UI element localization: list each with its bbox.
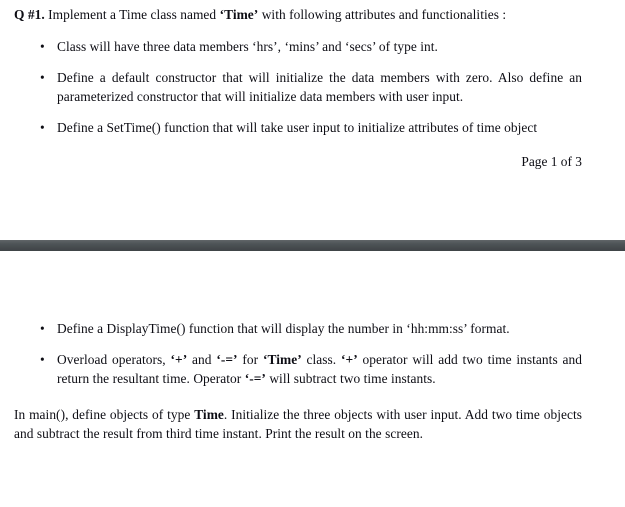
- list-item: • Define a SetTime() function that will …: [14, 118, 582, 137]
- minus-equals-operator-emphasis-2: ‘-=’: [244, 371, 266, 387]
- plus-operator-emphasis: ‘+’: [170, 352, 188, 368]
- plus-operator-emphasis-2: ‘+’: [341, 352, 358, 368]
- question-intro-text-a: Implement a Time class named: [44, 7, 220, 22]
- list-item-text: Class will have three data members ‘hrs’…: [57, 38, 438, 54]
- list-item: • Define a DisplayTime() function that w…: [14, 319, 582, 338]
- page-two: • Define a DisplayTime() function that w…: [0, 319, 625, 443]
- page-one: Q #1. Implement a Time class named ‘Time…: [0, 0, 625, 171]
- time-class-emphasis-closing: Time: [194, 406, 224, 422]
- list-item: • Class will have three data members ‘hr…: [14, 37, 582, 56]
- time-class-emphasis-bullet: ‘Time’: [262, 352, 302, 368]
- overload-text-f: will subtract two time instants.: [265, 371, 436, 387]
- closing-paragraph: In main(), define objects of type Time. …: [14, 405, 582, 444]
- list-item-text: Overload operators, ‘+’ and ‘-=’ for ‘Ti…: [57, 352, 582, 386]
- page-one-bullet-list: • Class will have three data members ‘hr…: [14, 37, 582, 138]
- page-separator-band: [0, 240, 625, 251]
- closing-text-a: In main(), define objects of type: [14, 406, 195, 422]
- question-number-label: Q #1.: [14, 7, 45, 22]
- bullet-icon: •: [40, 38, 45, 54]
- list-item: • Define a default constructor that will…: [14, 68, 582, 106]
- list-item-text: Define a DisplayTime() function that wil…: [57, 321, 510, 336]
- list-item-text: Define a default constructor that will i…: [57, 69, 582, 104]
- bullet-icon: •: [40, 352, 45, 368]
- time-class-emphasis-heading: ‘Time’: [219, 7, 259, 22]
- overload-text-a: Overload operators,: [57, 352, 171, 368]
- bullet-icon: •: [40, 321, 45, 336]
- page-footer-label: Page 1 of 3: [521, 154, 582, 170]
- bullet-icon: •: [40, 69, 45, 85]
- list-item: • Overload operators, ‘+’ and ‘-=’ for ‘…: [14, 350, 582, 388]
- question-paragraph: Q #1. Implement a Time class named ‘Time…: [14, 6, 582, 25]
- question-intro-text-b: with following attributes and functional…: [258, 7, 507, 22]
- overload-text-d: class.: [301, 352, 342, 368]
- overload-text-b: and: [187, 352, 217, 368]
- document-page: { "document": { "question_label": "Q #1.…: [0, 0, 625, 507]
- bullet-icon: •: [40, 120, 45, 136]
- list-item-text: Define a SetTime() function that will ta…: [57, 120, 538, 136]
- minus-equals-operator-emphasis: ‘-=’: [216, 352, 238, 368]
- overload-text-c: for: [237, 352, 263, 368]
- page-two-bullet-list: • Define a DisplayTime() function that w…: [14, 319, 582, 389]
